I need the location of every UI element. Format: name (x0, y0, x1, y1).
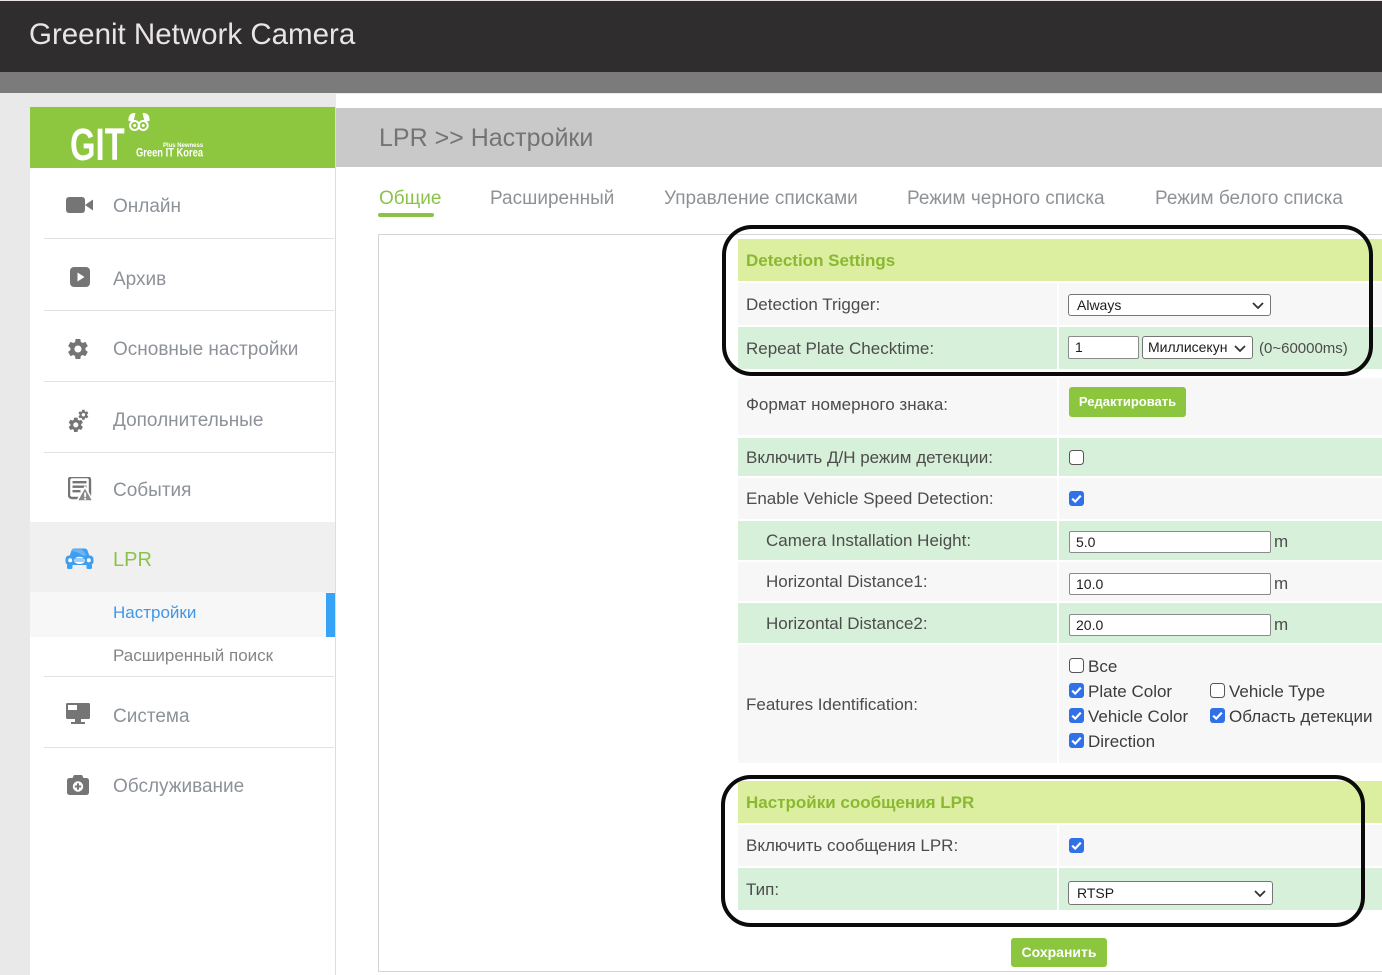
svg-text:GIT: GIT (70, 120, 125, 168)
svg-text:Green IT Korea: Green IT Korea (136, 147, 204, 160)
